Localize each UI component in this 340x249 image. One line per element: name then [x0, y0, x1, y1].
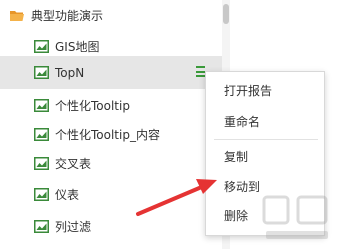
- scrollbar-thumb[interactable]: [223, 4, 229, 24]
- report-chart-icon: [34, 188, 49, 201]
- tree-item-label: 列过滤: [55, 220, 92, 234]
- tree-item-label: GIS地图: [55, 40, 100, 54]
- report-chart-icon: [34, 157, 49, 170]
- watermark-logo: [262, 195, 328, 239]
- report-tree: 典型功能演示 GIS地图 TopN 个性化Tooltip 个性化Tooltip_…: [0, 0, 222, 249]
- report-chart-icon: [34, 128, 49, 141]
- menu-item-rename[interactable]: 重命名: [206, 109, 324, 133]
- more-menu-icon[interactable]: [196, 66, 205, 79]
- report-chart-icon: [34, 40, 49, 53]
- tree-item-crosstab[interactable]: 交叉表: [0, 147, 222, 180]
- tree-folder-label: 典型功能演示: [31, 8, 104, 23]
- tree-item-label: 个性化Tooltip: [55, 99, 130, 113]
- report-chart-icon: [34, 66, 49, 79]
- tree-item-gauge[interactable]: 仪表: [0, 178, 222, 211]
- tree-item-label: 个性化Tooltip_内容: [55, 128, 160, 142]
- tree-item-topn[interactable]: TopN: [0, 56, 222, 89]
- tree-item-label: 仪表: [55, 188, 80, 202]
- menu-item-open-report[interactable]: 打开报告: [206, 78, 324, 102]
- report-chart-icon: [34, 220, 49, 233]
- tree-item-label: 交叉表: [55, 157, 92, 171]
- tree-item-column-filter[interactable]: 列过滤: [0, 210, 222, 243]
- tree-item-label: TopN: [55, 65, 85, 80]
- menu-divider: [214, 139, 318, 140]
- report-chart-icon: [34, 99, 49, 112]
- folder-open-icon: [9, 9, 25, 22]
- menu-item-copy[interactable]: 复制: [206, 144, 324, 168]
- tree-folder-typical-demos[interactable]: 典型功能演示: [0, 0, 222, 30]
